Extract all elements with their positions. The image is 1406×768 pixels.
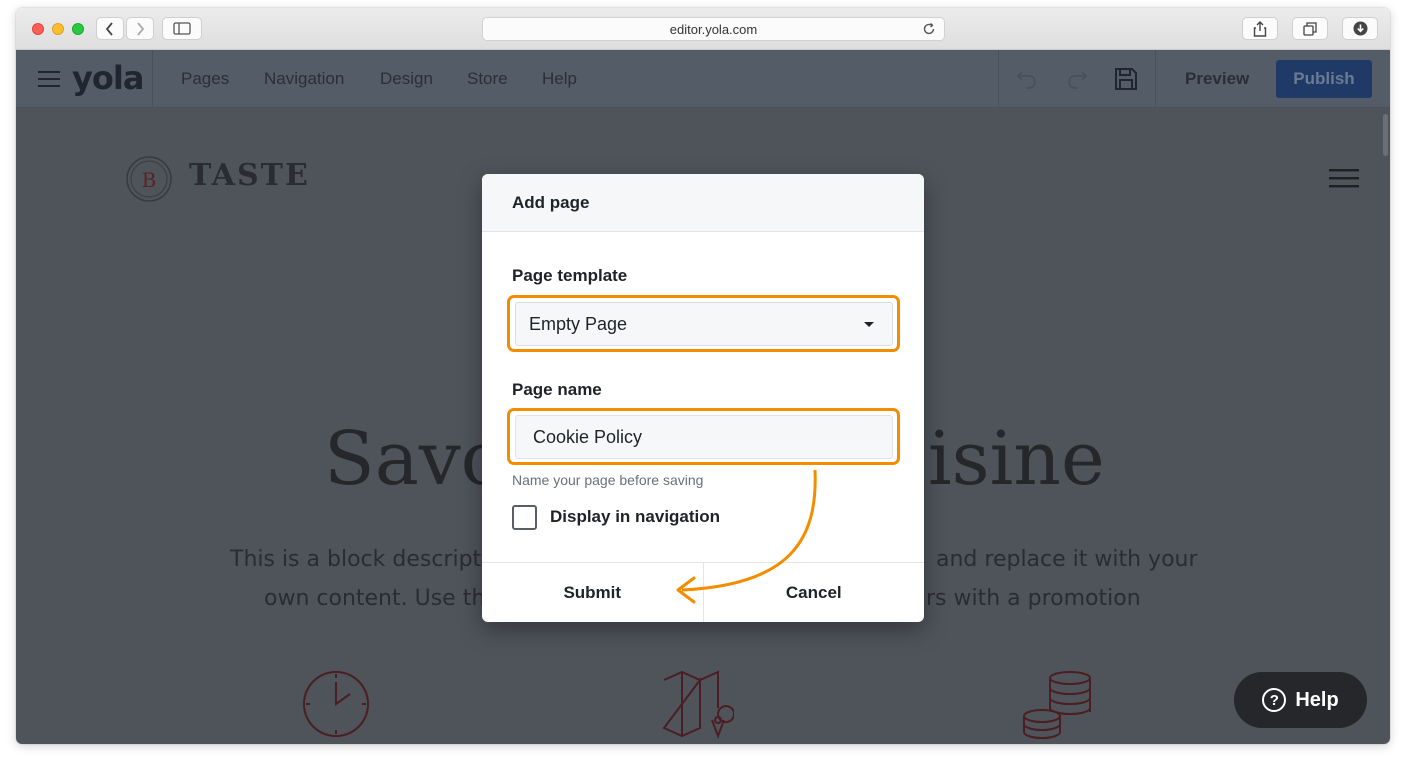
description-line-2-left: own content. Use this — [264, 586, 503, 611]
menu-design[interactable]: Design — [380, 69, 433, 89]
help-widget-label: Help — [1295, 688, 1339, 711]
description-line-2-right: rs with a promotion — [926, 586, 1141, 611]
divider — [998, 50, 999, 108]
yola-logo: yola — [72, 59, 144, 97]
description-line-1-right: and replace it with your — [936, 547, 1198, 572]
dialog-title: Add page — [482, 174, 924, 232]
chevron-right-icon — [137, 21, 145, 36]
help-widget-button[interactable]: ? Help — [1234, 672, 1367, 728]
map-pin-icon — [662, 670, 734, 739]
display-in-navigation-label[interactable]: Display in navigation — [550, 507, 720, 527]
menu-navigation[interactable]: Navigation — [264, 69, 344, 89]
close-window-button[interactable] — [32, 23, 44, 35]
share-button[interactable] — [1242, 17, 1278, 40]
submit-button[interactable]: Submit — [482, 563, 703, 622]
page-name-input[interactable]: Cookie Policy — [515, 415, 893, 459]
hero-heading-left: Savo — [324, 416, 506, 502]
divider — [152, 50, 153, 108]
brand-name: TASTE — [189, 158, 310, 193]
download-icon — [1353, 21, 1367, 36]
divider — [1155, 50, 1156, 108]
editor-toolbar: yola Pages Navigation Design Store Help … — [16, 50, 1390, 108]
page-name-label: Page name — [512, 380, 602, 399]
menu-pages[interactable]: Pages — [181, 69, 229, 89]
coins-stack-icon — [1023, 671, 1091, 739]
page-name-value: Cookie Policy — [533, 427, 643, 447]
site-menu-icon — [1329, 169, 1359, 188]
chevron-left-icon — [105, 21, 113, 36]
browser-toolbar: editor.yola.com — [16, 8, 1390, 50]
address-bar[interactable]: editor.yola.com — [482, 17, 945, 41]
forward-button[interactable] — [126, 17, 154, 40]
sidebar-toggle-button[interactable] — [162, 17, 202, 40]
redo-icon[interactable] — [1066, 67, 1088, 89]
question-icon: ? — [1262, 688, 1287, 712]
description-line-1-left: This is a block descriptio — [230, 547, 501, 572]
downloads-button[interactable] — [1342, 17, 1378, 40]
reload-icon[interactable] — [922, 22, 936, 36]
share-icon — [1253, 20, 1267, 37]
add-page-dialog: Add page Page template Empty Page Page n… — [482, 174, 924, 622]
display-in-navigation-checkbox[interactable] — [512, 505, 537, 530]
page-name-hint: Name your page before saving — [512, 472, 704, 488]
sidebar-icon — [173, 22, 191, 35]
preview-button[interactable]: Preview — [1185, 69, 1249, 89]
menu-help[interactable]: Help — [542, 69, 577, 89]
minimize-window-button[interactable] — [52, 23, 64, 35]
save-icon[interactable] — [1114, 67, 1138, 91]
page-template-select[interactable]: Empty Page — [515, 302, 893, 346]
cancel-button[interactable]: Cancel — [702, 563, 925, 622]
zoom-window-button[interactable] — [72, 23, 84, 35]
page-template-label: Page template — [512, 266, 628, 285]
hero-heading-right: isine — [928, 416, 1105, 502]
main-menu-icon[interactable] — [38, 70, 60, 88]
tabs-button[interactable] — [1292, 17, 1328, 40]
undo-icon[interactable] — [1016, 67, 1038, 89]
clock-icon — [303, 671, 369, 737]
caret-down-icon — [864, 322, 874, 327]
scrollbar[interactable] — [1383, 114, 1388, 156]
dialog-footer: Submit Cancel — [482, 562, 924, 622]
publish-button[interactable]: Publish — [1276, 60, 1372, 98]
url-text: editor.yola.com — [669, 21, 758, 37]
brand-letter: B — [142, 168, 157, 192]
page-template-value: Empty Page — [529, 314, 628, 334]
brand-emblem-icon: B — [126, 156, 172, 202]
back-button[interactable] — [96, 17, 124, 40]
tabs-overview-icon — [1303, 21, 1317, 36]
menu-store[interactable]: Store — [467, 69, 508, 89]
